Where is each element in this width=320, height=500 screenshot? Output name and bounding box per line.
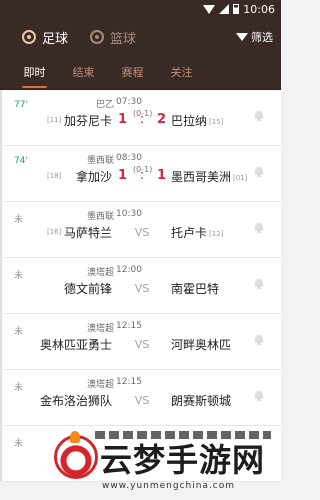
follow-bell-icon[interactable] bbox=[253, 278, 265, 290]
sport-tab-basketball[interactable]: 篮球 bbox=[90, 28, 136, 47]
follow-bell-icon[interactable] bbox=[253, 390, 265, 402]
away-team-cell: 朗赛斯顿城 bbox=[171, 392, 231, 409]
wifi-icon bbox=[203, 4, 216, 14]
sport-tab-label: 足球 bbox=[42, 31, 69, 47]
match-row[interactable]: 未 墨西联 10:30 [16] 马萨特兰 VS 托卢卡 [12] bbox=[0, 202, 281, 258]
sport-tab-football[interactable]: 足球 bbox=[22, 28, 68, 47]
home-team: 金布洛治狮队 bbox=[39, 394, 112, 408]
match-minute: 未 bbox=[14, 327, 24, 337]
away-rank: [01] bbox=[233, 173, 248, 182]
away-team-cell: 河畔奥林匹 bbox=[171, 336, 231, 353]
home-team: 马萨特兰 bbox=[63, 226, 112, 240]
league-name: 墨西联 bbox=[86, 212, 114, 222]
vs-label: VS bbox=[134, 282, 150, 295]
home-team: 拿加沙 bbox=[75, 170, 112, 184]
status-time: 10:06 bbox=[243, 2, 275, 16]
kickoff-time: 08:30 bbox=[116, 153, 142, 163]
away-team-cell: 巴拉纳 [15] bbox=[171, 112, 223, 129]
watermark-title: 云梦手游网 bbox=[100, 441, 266, 479]
match-minute: 未 bbox=[14, 439, 24, 449]
vs-label: VS bbox=[134, 226, 150, 239]
battery-icon bbox=[233, 4, 240, 14]
sport-tab-label: 篮球 bbox=[110, 31, 137, 47]
away-rank: [15] bbox=[209, 117, 224, 126]
watermark: 云梦手游网 www.yunmengchina.com bbox=[50, 431, 281, 500]
row-strip bbox=[0, 90, 2, 145]
vs-label: VS bbox=[134, 394, 150, 407]
follow-bell-icon[interactable] bbox=[253, 334, 265, 346]
row-strip bbox=[0, 258, 2, 313]
match-tabs: 即时 结束 赛程 关注 bbox=[0, 56, 281, 90]
watermark-flame-icon bbox=[70, 431, 80, 443]
away-team: 南霍巴特 bbox=[171, 282, 220, 296]
match-minute: 77' bbox=[14, 100, 28, 110]
match-row[interactable]: 74' 墨西联 08:30 (0-1) [18] 拿加沙 1 : 1 墨西哥美洲… bbox=[0, 146, 281, 202]
filter-icon bbox=[236, 33, 248, 41]
league-name: 澳塔超 bbox=[86, 324, 114, 334]
status-bar: 10:06 bbox=[0, 0, 281, 18]
away-team-cell: 墨西哥美洲 [01] bbox=[171, 168, 247, 185]
row-strip bbox=[0, 426, 2, 481]
match-row[interactable]: 77' 巴乙 07:30 (0-1) [11] 加芬尼卡 1 : 2 巴拉纳 [1… bbox=[0, 90, 281, 146]
match-minute: 74' bbox=[14, 156, 28, 166]
away-rank: [12] bbox=[209, 229, 224, 238]
league-name: 澳塔超 bbox=[86, 380, 114, 390]
match-list: 77' 巴乙 07:30 (0-1) [11] 加芬尼卡 1 : 2 巴拉纳 [1… bbox=[0, 90, 281, 482]
home-team: 加芬尼卡 bbox=[63, 114, 112, 128]
football-icon bbox=[22, 30, 36, 44]
score: 1 : 2 bbox=[118, 112, 166, 127]
vs-label: VS bbox=[134, 338, 150, 351]
match-row[interactable]: 未 澳塔超 12:15 奥林匹亚勇士 VS 河畔奥林匹 bbox=[0, 314, 281, 370]
league-name: 墨西联 bbox=[86, 156, 114, 166]
tab-schedule[interactable]: 赛程 bbox=[108, 56, 157, 90]
home-team: 德文前锋 bbox=[63, 282, 112, 296]
home-team: 奥林匹亚勇士 bbox=[39, 338, 112, 352]
signal-icon bbox=[219, 4, 230, 14]
tab-followed[interactable]: 关注 bbox=[157, 56, 206, 90]
away-score: 2 bbox=[156, 112, 166, 127]
tab-finished[interactable]: 结束 bbox=[59, 56, 108, 90]
row-strip bbox=[0, 146, 2, 201]
score: 1 : 1 bbox=[118, 168, 166, 183]
kickoff-time: 12:00 bbox=[116, 265, 142, 275]
match-row[interactable]: 未 澳塔超 12:15 金布洛治狮队 VS 朗赛斯顿城 bbox=[0, 370, 281, 426]
home-score: 1 bbox=[118, 168, 128, 183]
filter-button[interactable]: 筛选 bbox=[236, 29, 273, 45]
away-team: 河畔奥林匹 bbox=[171, 338, 232, 352]
away-team-cell: 南霍巴特 bbox=[171, 280, 219, 297]
row-strip bbox=[0, 314, 2, 369]
row-strip bbox=[0, 370, 2, 425]
league-name: 澳塔超 bbox=[86, 268, 114, 278]
row-strip bbox=[0, 202, 2, 257]
away-score: 1 bbox=[156, 168, 166, 183]
score-separator: : bbox=[139, 112, 145, 127]
kickoff-time: 07:30 bbox=[116, 97, 142, 107]
app-screen: 10:06 足球 篮球 筛选 即时 结束 赛程 关注 77' 巴乙 07:30 … bbox=[0, 0, 281, 500]
home-score: 1 bbox=[118, 112, 128, 127]
match-minute: 未 bbox=[14, 271, 24, 281]
match-minute: 未 bbox=[14, 215, 24, 225]
follow-bell-icon[interactable] bbox=[253, 166, 265, 178]
match-row[interactable]: 未 澳塔超 12:00 德文前锋 VS 南霍巴特 bbox=[0, 258, 281, 314]
away-team: 朗赛斯顿城 bbox=[171, 394, 232, 408]
away-team-cell: 托卢卡 [12] bbox=[171, 224, 223, 241]
basketball-icon bbox=[90, 30, 105, 44]
league-name: 巴乙 bbox=[95, 100, 114, 110]
away-team: 巴拉纳 bbox=[171, 114, 208, 128]
top-header: 足球 篮球 筛选 bbox=[0, 18, 281, 56]
match-minute: 未 bbox=[14, 383, 24, 393]
away-team: 托卢卡 bbox=[171, 226, 208, 240]
kickoff-time: 12:15 bbox=[116, 377, 142, 387]
follow-bell-icon[interactable] bbox=[253, 222, 265, 234]
away-team: 墨西哥美洲 bbox=[171, 170, 232, 184]
tab-live[interactable]: 即时 bbox=[10, 56, 59, 90]
watermark-url: www.yunmengchina.com bbox=[102, 481, 236, 491]
score-separator: : bbox=[139, 168, 145, 183]
kickoff-time: 12:15 bbox=[116, 321, 142, 331]
follow-bell-icon[interactable] bbox=[253, 110, 265, 122]
kickoff-time: 10:30 bbox=[116, 209, 142, 219]
filter-label: 筛选 bbox=[251, 31, 273, 44]
